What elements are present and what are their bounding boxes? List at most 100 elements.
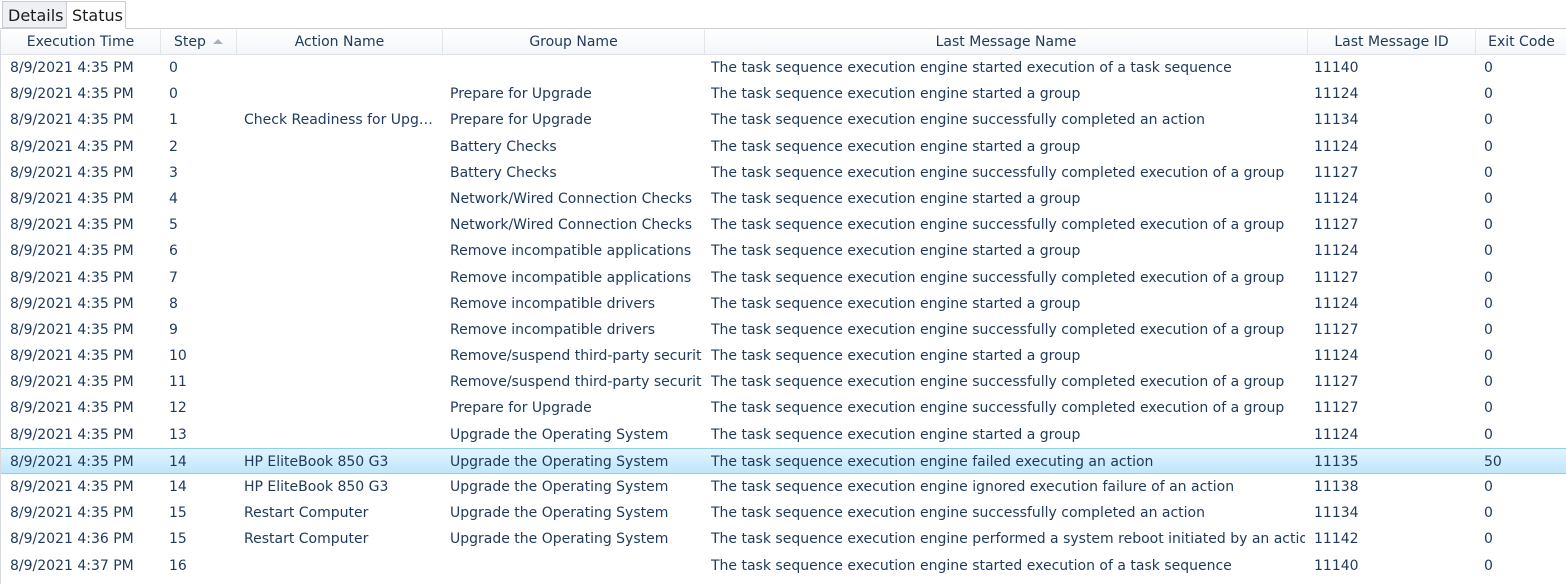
header-step[interactable]: Step — [161, 30, 237, 54]
table-row[interactable]: 8/9/2021 4:36 PM 15 Restart Computer Upgrad… — [1, 526, 1566, 552]
cell-group-name: Network/Wired Connection Checks — [450, 190, 693, 207]
cell-last-message-name: The task sequence execution engine succe… — [711, 374, 1285, 391]
cell-step: 3 — [169, 164, 178, 181]
cell-last-message-id: 11134 — [1314, 112, 1359, 129]
header-exit-code[interactable]: Exit Code — [1476, 30, 1566, 54]
cell-last-message-id: 11124 — [1314, 295, 1359, 312]
table-row[interactable]: 8/9/2021 4:35 PM 6 Remove incompatible app… — [1, 238, 1566, 264]
cell-last-message-id: 11127 — [1314, 217, 1359, 234]
table-row[interactable]: 8/9/2021 4:35 PM 0 Prepare for Upgrade The … — [1, 81, 1566, 107]
cell-execution-time: 8/9/2021 4:35 PM — [10, 400, 134, 417]
cell-exit-code: 0 — [1484, 479, 1493, 495]
cell-group-name: Upgrade the Operating System — [450, 505, 669, 522]
cell-exit-code: 0 — [1484, 190, 1493, 207]
cell-execution-time: 8/9/2021 4:35 PM — [10, 321, 134, 338]
cell-action-name — [244, 238, 436, 264]
cell-last-message-name: The task sequence execution engine succe… — [711, 112, 1205, 129]
table-row[interactable]: 8/9/2021 4:35 PM 5 Network/Wired Connectio… — [1, 212, 1566, 238]
cell-last-message-name: The task sequence execution engine start… — [711, 86, 1081, 103]
cell-group-name: Battery Checks — [450, 138, 557, 155]
cell-step: 9 — [169, 321, 178, 338]
grid-body: 8/9/2021 4:35 PM 0 The task sequence execu… — [1, 55, 1566, 579]
cell-execution-time: 8/9/2021 4:35 PM — [10, 505, 134, 522]
table-row[interactable]: 8/9/2021 4:35 PM 1 Check Readiness for Upg… — [1, 107, 1566, 133]
cell-step: 15 — [169, 505, 187, 522]
cell-last-message-name: The task sequence execution engine perfo… — [711, 531, 1305, 548]
table-row[interactable]: 8/9/2021 4:35 PM 12 Prepare for Upgrade The… — [1, 395, 1566, 421]
header-execution-time[interactable]: Execution Time — [1, 30, 161, 54]
cell-group-name: Prepare for Upgrade — [450, 86, 592, 103]
cell-step: 15 — [169, 531, 187, 548]
header-last-message-id[interactable]: Last Message ID — [1308, 30, 1476, 54]
cell-action-name: Check Readiness for Upgra... — [244, 112, 436, 129]
cell-step: 6 — [169, 243, 178, 260]
header-group-name[interactable]: Group Name — [443, 30, 705, 54]
table-row[interactable]: 8/9/2021 4:37 PM 16 The task sequence exec… — [1, 553, 1566, 579]
cell-action-name — [244, 212, 436, 238]
header-last-message-name[interactable]: Last Message Name — [705, 30, 1308, 54]
cell-action-name: Restart Computer — [244, 531, 369, 548]
cell-execution-time: 8/9/2021 4:36 PM — [10, 531, 134, 548]
cell-execution-time: 8/9/2021 4:35 PM — [10, 217, 134, 234]
tab-status[interactable]: Status — [66, 1, 126, 29]
cell-last-message-id: 11124 — [1314, 348, 1359, 365]
cell-step: 8 — [169, 295, 178, 312]
cell-exit-code: 0 — [1484, 269, 1493, 286]
table-row[interactable]: 8/9/2021 4:35 PM 14 HP EliteBook 850 G3 Upg… — [1, 474, 1566, 500]
table-row-selected[interactable]: 8/9/2021 4:35 PM 14 HP EliteBook 850 G3 Upg… — [1, 447, 1566, 474]
table-row[interactable]: 8/9/2021 4:35 PM 15 Restart Computer Upgrad… — [1, 500, 1566, 526]
status-grid: Execution Time Step Action Name Group Na… — [0, 30, 1566, 584]
table-row[interactable]: 8/9/2021 4:35 PM 10 Remove/suspend third-p… — [1, 343, 1566, 369]
cell-last-message-name: The task sequence execution engine faile… — [711, 453, 1154, 470]
cell-group-name: Prepare for Upgrade — [450, 112, 592, 129]
cell-action-name: Restart Computer — [244, 505, 369, 522]
cell-execution-time: 8/9/2021 4:35 PM — [10, 479, 134, 495]
cell-last-message-name: The task sequence execution engine succe… — [711, 217, 1285, 234]
cell-exit-code: 0 — [1484, 505, 1493, 522]
table-row[interactable]: 8/9/2021 4:35 PM 3 Battery Checks The task … — [1, 160, 1566, 186]
cell-exit-code: 0 — [1484, 243, 1493, 260]
header-label: Last Message ID — [1334, 34, 1449, 50]
cell-exit-code: 0 — [1484, 86, 1493, 103]
cell-last-message-id: 11124 — [1314, 426, 1359, 443]
cell-last-message-id: 11127 — [1314, 374, 1359, 391]
cell-step: 10 — [169, 348, 187, 365]
cell-last-message-id: 11124 — [1314, 190, 1359, 207]
tab-details[interactable]: Details — [2, 1, 67, 28]
table-row[interactable]: 8/9/2021 4:35 PM 7 Remove incompatible app… — [1, 265, 1566, 291]
cell-execution-time: 8/9/2021 4:35 PM — [10, 86, 134, 103]
header-action-name[interactable]: Action Name — [237, 30, 443, 54]
table-row[interactable]: 8/9/2021 4:35 PM 9 Remove incompatible dri… — [1, 317, 1566, 343]
table-row[interactable]: 8/9/2021 4:35 PM 4 Network/Wired Connectio… — [1, 186, 1566, 212]
cell-last-message-name: The task sequence execution engine start… — [711, 138, 1081, 155]
cell-step: 11 — [169, 374, 187, 391]
table-row[interactable]: 8/9/2021 4:35 PM 8 Remove incompatible dri… — [1, 291, 1566, 317]
tab-strip: Details Status — [0, 0, 1566, 29]
cell-group-name: Upgrade the Operating System — [450, 479, 669, 495]
cell-last-message-name: The task sequence execution engine succe… — [711, 505, 1205, 522]
cell-exit-code: 0 — [1484, 295, 1493, 312]
table-row[interactable]: 8/9/2021 4:35 PM 2 Battery Checks The task … — [1, 134, 1566, 160]
cell-group-name: Prepare for Upgrade — [450, 400, 592, 417]
cell-last-message-name: The task sequence execution engine start… — [711, 60, 1232, 76]
header-label: Exit Code — [1488, 34, 1555, 50]
cell-last-message-name: The task sequence execution engine start… — [711, 190, 1081, 207]
table-row[interactable]: 8/9/2021 4:35 PM 11 Remove/suspend third-p… — [1, 369, 1566, 395]
cell-last-message-id: 11140 — [1314, 557, 1359, 574]
cell-execution-time: 8/9/2021 4:35 PM — [10, 138, 134, 155]
cell-action-name: HP EliteBook 850 G3 — [244, 453, 389, 470]
cell-exit-code: 0 — [1484, 112, 1493, 129]
cell-exit-code: 0 — [1484, 348, 1493, 365]
header-label: Step — [174, 34, 206, 50]
cell-execution-time: 8/9/2021 4:35 PM — [10, 269, 134, 286]
table-row[interactable]: 8/9/2021 4:35 PM 13 Upgrade the Operating … — [1, 422, 1566, 448]
cell-execution-time: 8/9/2021 4:35 PM — [10, 243, 134, 260]
cell-action-name — [244, 553, 436, 579]
cell-exit-code: 0 — [1484, 557, 1493, 574]
cell-group-name: Remove/suspend third-party security — [450, 348, 702, 365]
cell-execution-time: 8/9/2021 4:35 PM — [10, 60, 134, 76]
cell-last-message-name: The task sequence execution engine start… — [711, 243, 1081, 260]
cell-group-name: Remove/suspend third-party security — [450, 374, 702, 391]
table-row[interactable]: 8/9/2021 4:35 PM 0 The task sequence execu… — [1, 55, 1566, 81]
cell-step: 1 — [169, 112, 178, 129]
